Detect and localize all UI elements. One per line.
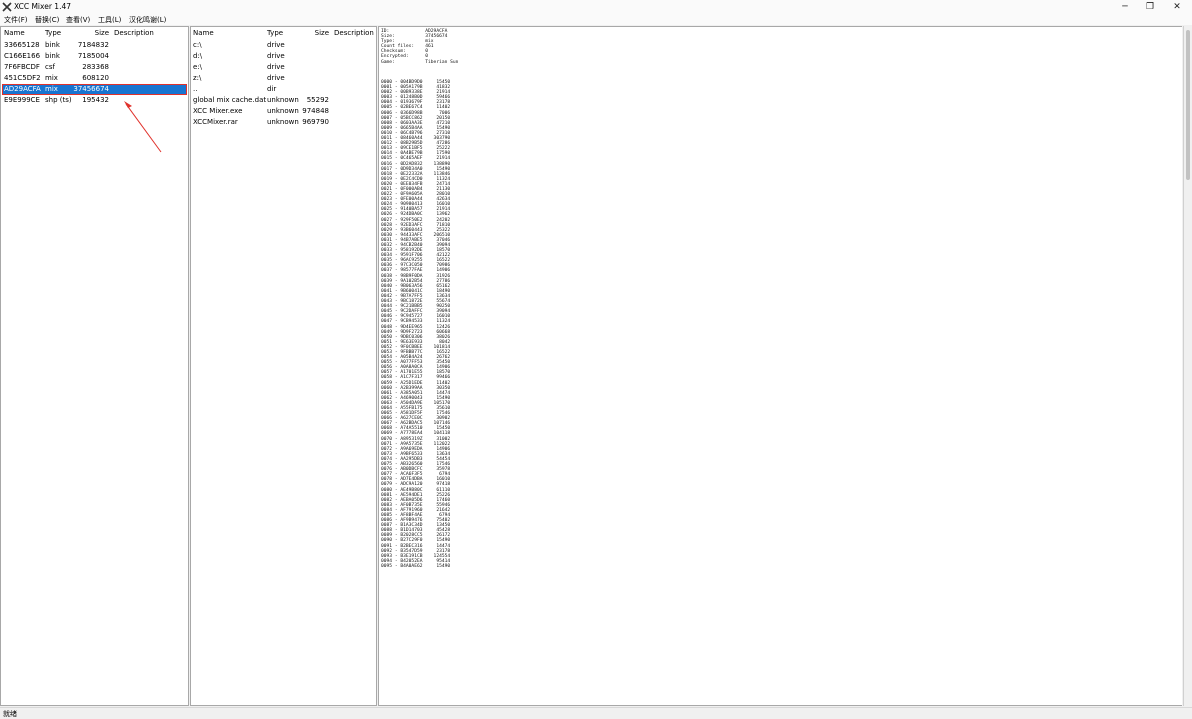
column-header-description[interactable]: Description xyxy=(114,28,154,38)
status-bar: 就绪 xyxy=(0,707,1192,718)
list-item[interactable]: 7F6FBCDF csf 283368 xyxy=(1,62,188,73)
entry-name: d:\ xyxy=(193,52,203,60)
list-item[interactable]: XCCMixer.rar unknown 969790 xyxy=(191,117,376,128)
list-item-selected[interactable]: AD29ACFA mix 37456674 xyxy=(2,84,187,95)
column-header-type[interactable]: Type xyxy=(45,28,61,38)
column-header-name[interactable]: Name xyxy=(4,28,25,38)
menu-replace[interactable]: 替换(C) xyxy=(35,15,59,25)
file-name: 451C5DF2 xyxy=(4,74,41,82)
column-header-description[interactable]: Description xyxy=(334,28,374,38)
file-type: csf xyxy=(45,63,55,71)
list-item[interactable]: 451C5DF2 mix 608120 xyxy=(1,73,188,84)
list-item[interactable]: 33665128 bink 7184832 xyxy=(1,40,188,51)
entry-name: XCCMixer.rar xyxy=(193,118,238,126)
file-type: bink xyxy=(45,41,60,49)
scrollbar-thumb[interactable] xyxy=(1186,30,1190,180)
info-header-text: ID: AD29ACFA Size: 37456674 Type: mix Co… xyxy=(381,29,459,65)
entry-size: 55292 xyxy=(306,96,329,104)
list-item[interactable]: z:\ drive xyxy=(191,73,376,84)
file-type: mix xyxy=(45,85,58,93)
menu-file[interactable]: 文件(F) xyxy=(4,15,28,25)
window-title: XCC Mixer 1.47 xyxy=(14,2,71,11)
info-panel[interactable]: ID: AD29ACFA Size: 37456674 Type: mix Co… xyxy=(378,26,1182,706)
column-header-size[interactable]: Size xyxy=(299,28,329,38)
entry-type: drive xyxy=(267,52,285,60)
file-size: 7184832 xyxy=(77,41,109,49)
menu-credits[interactable]: 汉化鸣谢(L) xyxy=(129,15,166,25)
info-listing-text: 0000 - 004BD9D0 15450 0001 - 005A179B 41… xyxy=(381,80,451,569)
entry-name: XCC Mixer.exe xyxy=(193,107,243,115)
entry-size: 974848 xyxy=(302,107,329,115)
entry-name: global mix cache.dat xyxy=(193,96,267,104)
column-header-size[interactable]: Size xyxy=(73,28,109,38)
list-item[interactable]: e:\ drive xyxy=(191,62,376,73)
menu-bar: 文件(F) 替换(C) 查看(V) 工具(L) 汉化鸣谢(L) xyxy=(0,14,1192,25)
file-size: 37456674 xyxy=(73,85,109,93)
vertical-scrollbar[interactable] xyxy=(1183,26,1192,706)
title-bar: XCC Mixer 1.47 ─ ❐ ✕ xyxy=(0,0,1192,14)
app-icon xyxy=(2,2,12,12)
entry-size: 969790 xyxy=(302,118,329,126)
menu-tools[interactable]: 工具(L) xyxy=(98,15,121,25)
entry-name: e:\ xyxy=(193,63,203,71)
file-name: C166E166 xyxy=(4,52,41,60)
entry-name: c:\ xyxy=(193,41,202,49)
entry-name: z:\ xyxy=(193,74,202,82)
list-item[interactable]: .. dir xyxy=(191,84,376,95)
file-name: AD29ACFA xyxy=(4,85,41,93)
list-item[interactable]: global mix cache.dat unknown 55292 xyxy=(191,95,376,106)
file-size: 195432 xyxy=(82,96,109,104)
list-item[interactable]: c:\ drive xyxy=(191,40,376,51)
list-item[interactable]: d:\ drive xyxy=(191,51,376,62)
file-size: 608120 xyxy=(82,74,109,82)
column-header-name[interactable]: Name xyxy=(193,28,214,38)
archive-file-list[interactable]: Name Type Size Description 33665128 bink… xyxy=(0,26,189,706)
entry-type: drive xyxy=(267,63,285,71)
entry-type: dir xyxy=(267,85,277,93)
file-name: 7F6FBCDF xyxy=(4,63,40,71)
column-header-type[interactable]: Type xyxy=(267,28,283,38)
file-name: 33665128 xyxy=(4,41,40,49)
minimize-button[interactable]: ─ xyxy=(1114,1,1136,13)
list-item[interactable]: E9E999CE shp (ts) 195432 xyxy=(1,95,188,106)
file-type: shp (ts) xyxy=(45,96,72,104)
entry-type: drive xyxy=(267,74,285,82)
entry-name: .. xyxy=(193,85,198,93)
file-type: bink xyxy=(45,52,60,60)
list-item[interactable]: XCC Mixer.exe unknown 974848 xyxy=(191,106,376,117)
close-button[interactable]: ✕ xyxy=(1166,1,1188,13)
file-size: 7185004 xyxy=(77,52,109,60)
file-type: mix xyxy=(45,74,58,82)
list-item[interactable]: C166E166 bink 7185004 xyxy=(1,51,188,62)
maximize-button[interactable]: ❐ xyxy=(1139,1,1161,13)
file-name: E9E999CE xyxy=(4,96,40,104)
menu-view[interactable]: 查看(V) xyxy=(66,15,90,25)
entry-type: drive xyxy=(267,41,285,49)
filesystem-list[interactable]: Name Type Size Description c:\ drive d:\… xyxy=(190,26,377,706)
file-size: 283368 xyxy=(82,63,109,71)
